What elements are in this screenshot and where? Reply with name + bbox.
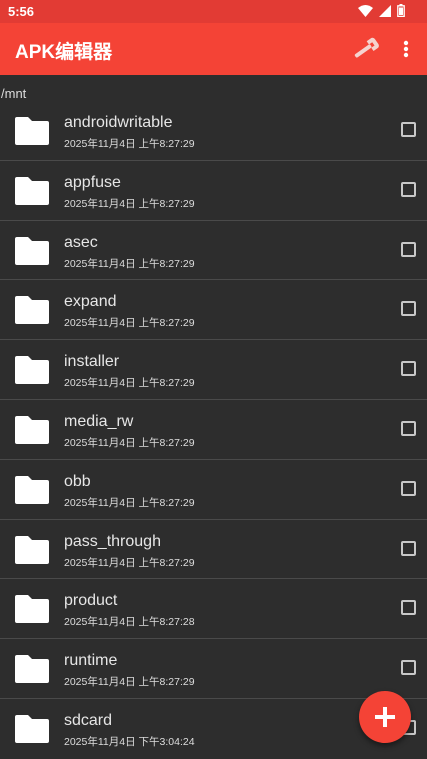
file-list-item[interactable]: androidwritable 2025年11月4日 上午8:27:29 (0, 101, 427, 161)
file-list-item[interactable]: product 2025年11月4日 上午8:27:28 (0, 579, 427, 640)
folder-icon (13, 474, 51, 506)
file-name: sdcard (64, 711, 113, 729)
wrench-icon[interactable] (351, 36, 381, 62)
file-list-item[interactable]: runtime 2025年11月4日 上午8:27:29 (0, 639, 427, 699)
status-time: 5:56 (8, 4, 35, 19)
select-checkbox[interactable] (401, 241, 416, 257)
select-checkbox[interactable] (401, 600, 416, 616)
file-date: 2025年11月4日 上午8:27:29 (64, 257, 195, 270)
battery-icon (397, 4, 405, 22)
signal-icon (379, 4, 391, 22)
file-list-item[interactable]: obb 2025年11月4日 上午8:27:29 (0, 460, 427, 520)
current-path: /mnt (1, 86, 27, 101)
select-checkbox[interactable] (401, 361, 416, 377)
file-name: media_rw (64, 412, 134, 430)
file-date: 2025年11月4日 上午8:27:29 (64, 197, 195, 210)
folder-icon (13, 294, 51, 326)
select-checkbox[interactable] (401, 480, 416, 496)
folder-icon (13, 235, 51, 267)
file-name: androidwritable (64, 114, 173, 131)
file-date: 2025年11月4日 上午8:27:28 (64, 616, 195, 629)
file-date: 2025年11月4日 上午8:27:29 (64, 138, 195, 150)
file-date: 2025年11月4日 上午8:27:29 (64, 496, 195, 509)
file-list-item[interactable]: pass_through 2025年11月4日 上午8:27:29 (0, 520, 427, 580)
plus-icon (375, 707, 395, 727)
select-checkbox[interactable] (401, 660, 416, 676)
select-checkbox[interactable] (401, 420, 416, 436)
file-list-item[interactable]: asec 2025年11月4日 上午8:27:29 (0, 221, 427, 281)
folder-icon (13, 354, 51, 386)
file-name: runtime (64, 652, 118, 670)
folder-icon (13, 115, 51, 147)
file-date: 2025年11月4日 上午8:27:29 (64, 317, 195, 330)
file-list-item[interactable]: appfuse 2025年11月4日 上午8:27:29 (0, 161, 427, 221)
app-bar: APK编辑器 (0, 23, 427, 75)
file-list-item[interactable]: media_rw 2025年11月4日 上午8:27:29 (0, 400, 427, 460)
select-checkbox[interactable] (401, 181, 416, 197)
folder-icon (13, 534, 51, 566)
select-checkbox[interactable] (401, 122, 416, 137)
file-date: 2025年11月4日 上午8:27:29 (64, 676, 195, 689)
file-date: 2025年11月4日 上午8:27:29 (64, 436, 195, 449)
folder-icon (13, 593, 51, 625)
file-name: product (64, 592, 118, 610)
file-name: obb (64, 472, 91, 490)
file-name: installer (64, 353, 120, 371)
file-name: expand (64, 293, 117, 311)
folder-icon (13, 414, 51, 446)
app-title: APK编辑器 (15, 42, 113, 63)
file-list: androidwritable 2025年11月4日 上午8:27:29 appfu… (0, 101, 427, 759)
folder-icon (13, 713, 51, 745)
select-checkbox[interactable] (401, 301, 416, 317)
status-bar: 5:56 (0, 0, 427, 23)
file-date: 2025年11月4日 下午3:04:24 (64, 735, 195, 748)
wifi-icon (358, 4, 373, 22)
app-screen: 5:56 APK编辑器 /mnt androidwritable 2025年11… (0, 0, 427, 759)
select-checkbox[interactable] (401, 540, 416, 556)
file-list-item[interactable]: installer 2025年11月4日 上午8:27:29 (0, 340, 427, 400)
file-date: 2025年11月4日 上午8:27:29 (64, 377, 195, 390)
file-name: pass_through (64, 532, 161, 550)
file-name: asec (64, 233, 98, 251)
more-vert-icon[interactable] (396, 36, 416, 62)
add-button[interactable] (359, 691, 411, 743)
file-name: appfuse (64, 173, 121, 191)
folder-icon (13, 653, 51, 685)
file-date: 2025年11月4日 上午8:27:29 (64, 556, 195, 569)
folder-icon (13, 175, 51, 207)
file-list-item[interactable]: expand 2025年11月4日 上午8:27:29 (0, 280, 427, 341)
